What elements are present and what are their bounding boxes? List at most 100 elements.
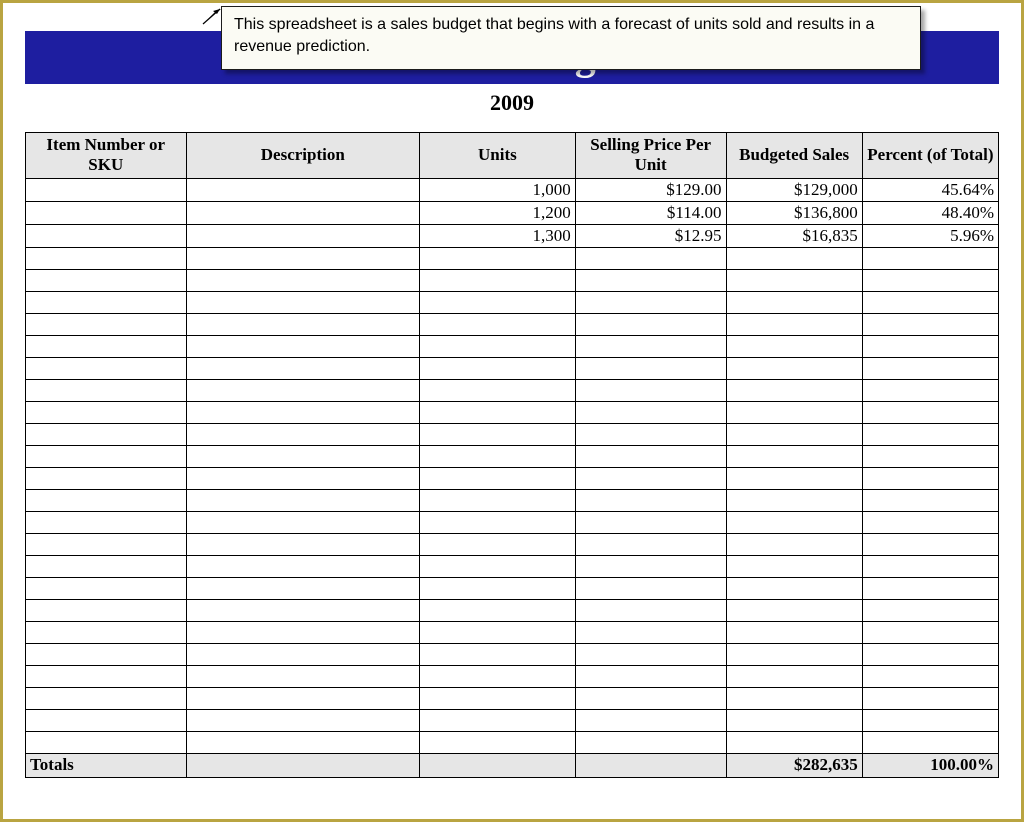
cell-desc[interactable] [186,178,420,201]
cell-empty[interactable] [420,643,576,665]
cell-empty[interactable] [186,467,420,489]
cell-empty[interactable] [420,445,576,467]
cell-empty[interactable] [575,731,726,753]
cell-empty[interactable] [862,467,998,489]
cell-empty[interactable] [862,269,998,291]
cell-empty[interactable] [726,379,862,401]
cell-empty[interactable] [862,665,998,687]
cell-empty[interactable] [862,313,998,335]
cell-price[interactable]: $114.00 [575,201,726,224]
cell-empty[interactable] [575,599,726,621]
cell-empty[interactable] [420,665,576,687]
cell-empty[interactable] [26,687,187,709]
cell-empty[interactable] [862,489,998,511]
cell-units[interactable]: 1,000 [420,178,576,201]
cell-empty[interactable] [726,291,862,313]
cell-price[interactable]: $129.00 [575,178,726,201]
cell-empty[interactable] [26,335,187,357]
cell-empty[interactable] [186,533,420,555]
cell-empty[interactable] [726,731,862,753]
cell-empty[interactable] [186,621,420,643]
cell-empty[interactable] [186,599,420,621]
cell-item[interactable] [26,201,187,224]
cell-empty[interactable] [186,445,420,467]
cell-empty[interactable] [420,709,576,731]
cell-empty[interactable] [862,401,998,423]
cell-empty[interactable] [575,621,726,643]
cell-empty[interactable] [420,555,576,577]
cell-empty[interactable] [420,687,576,709]
cell-item[interactable] [26,178,187,201]
cell-empty[interactable] [26,291,187,313]
cell-empty[interactable] [420,401,576,423]
cell-empty[interactable] [186,291,420,313]
cell-empty[interactable] [862,643,998,665]
cell-empty[interactable] [862,687,998,709]
cell-empty[interactable] [575,445,726,467]
cell-empty[interactable] [420,621,576,643]
cell-empty[interactable] [420,313,576,335]
cell-empty[interactable] [26,489,187,511]
cell-empty[interactable] [420,577,576,599]
cell-empty[interactable] [26,401,187,423]
cell-empty[interactable] [575,269,726,291]
cell-sales[interactable]: $129,000 [726,178,862,201]
cell-empty[interactable] [26,467,187,489]
cell-empty[interactable] [420,335,576,357]
cell-empty[interactable] [726,665,862,687]
cell-empty[interactable] [26,555,187,577]
cell-empty[interactable] [575,247,726,269]
cell-empty[interactable] [26,379,187,401]
cell-empty[interactable] [575,555,726,577]
cell-empty[interactable] [420,357,576,379]
cell-empty[interactable] [186,511,420,533]
cell-empty[interactable] [26,731,187,753]
cell-empty[interactable] [26,577,187,599]
cell-empty[interactable] [726,687,862,709]
cell-percent[interactable]: 45.64% [862,178,998,201]
cell-empty[interactable] [186,489,420,511]
cell-desc[interactable] [186,224,420,247]
cell-empty[interactable] [726,357,862,379]
cell-empty[interactable] [575,401,726,423]
cell-empty[interactable] [575,489,726,511]
cell-empty[interactable] [186,247,420,269]
cell-empty[interactable] [26,643,187,665]
cell-empty[interactable] [575,511,726,533]
cell-empty[interactable] [726,313,862,335]
cell-empty[interactable] [575,577,726,599]
cell-empty[interactable] [420,467,576,489]
cell-empty[interactable] [862,709,998,731]
cell-empty[interactable] [26,313,187,335]
cell-empty[interactable] [26,621,187,643]
cell-empty[interactable] [575,665,726,687]
cell-empty[interactable] [26,357,187,379]
cell-empty[interactable] [26,247,187,269]
cell-empty[interactable] [186,335,420,357]
cell-empty[interactable] [862,599,998,621]
cell-empty[interactable] [726,643,862,665]
cell-empty[interactable] [420,511,576,533]
cell-empty[interactable] [726,621,862,643]
cell-empty[interactable] [726,423,862,445]
cell-empty[interactable] [575,291,726,313]
cell-empty[interactable] [726,401,862,423]
cell-empty[interactable] [726,511,862,533]
cell-empty[interactable] [26,533,187,555]
cell-empty[interactable] [862,423,998,445]
cell-empty[interactable] [862,357,998,379]
cell-empty[interactable] [726,489,862,511]
cell-empty[interactable] [575,313,726,335]
cell-empty[interactable] [26,709,187,731]
cell-empty[interactable] [726,577,862,599]
cell-empty[interactable] [726,555,862,577]
cell-empty[interactable] [186,665,420,687]
cell-percent[interactable]: 5.96% [862,224,998,247]
cell-empty[interactable] [26,511,187,533]
cell-empty[interactable] [862,511,998,533]
cell-empty[interactable] [862,577,998,599]
cell-empty[interactable] [186,313,420,335]
cell-empty[interactable] [575,643,726,665]
cell-empty[interactable] [726,445,862,467]
cell-empty[interactable] [26,665,187,687]
